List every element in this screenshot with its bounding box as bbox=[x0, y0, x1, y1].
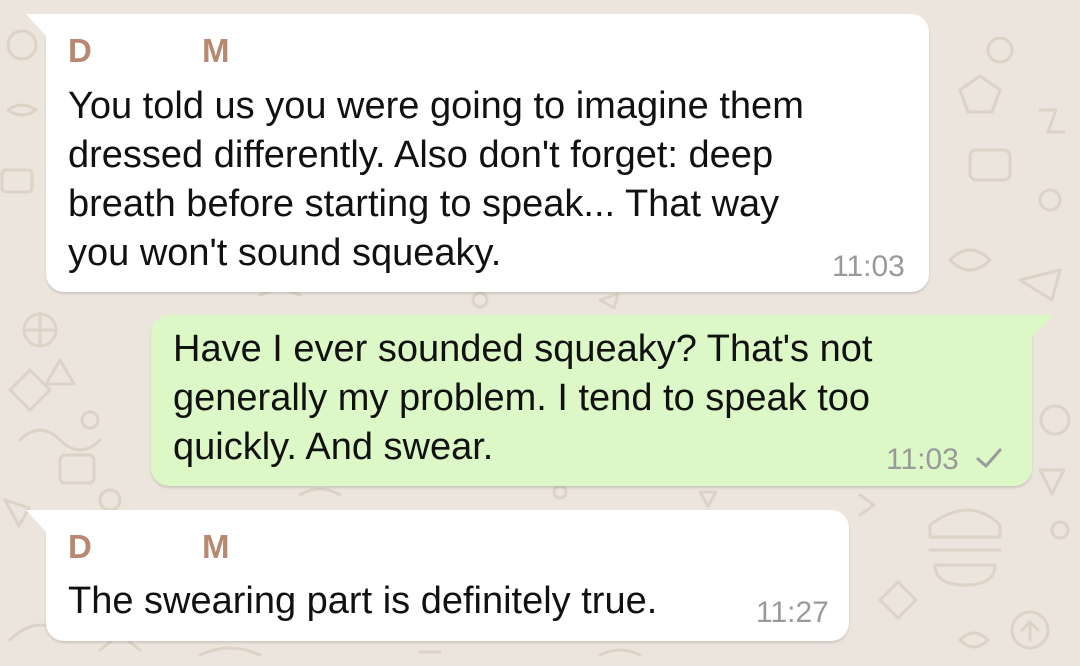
message-text: The swearing part is definitely true. bbox=[68, 577, 657, 626]
message-timestamp: 11:27 bbox=[756, 596, 829, 629]
single-check-icon bbox=[976, 448, 1002, 468]
message-line: The swearing part is definitely true. bbox=[68, 580, 658, 622]
message-bubble-incoming[interactable]: D M You told us you were going to imagin… bbox=[26, 14, 929, 292]
message-line: generally my problem. I tend to speak to… bbox=[173, 377, 871, 419]
message-line: breath before starting to speak... That … bbox=[68, 183, 780, 225]
chat-background: D M You told us you were going to imagin… bbox=[0, 0, 1080, 666]
sender-last-name: M bbox=[202, 528, 230, 565]
message-text: You told us you were going to imagine th… bbox=[68, 82, 804, 278]
message-bubble-outgoing[interactable]: Have I ever sounded squeaky? That's not … bbox=[151, 315, 1054, 486]
sender-first-name: D bbox=[68, 528, 92, 565]
message-line: quickly. And swear. bbox=[173, 426, 494, 468]
message-line: you won't sound squeaky. bbox=[68, 232, 502, 274]
bubble-tail bbox=[26, 510, 46, 532]
message-line: dressed differently. Also don't forget: … bbox=[68, 134, 774, 176]
sender-first-name: D bbox=[68, 32, 92, 69]
message-timestamp: 11:03 bbox=[886, 443, 959, 476]
sender-last-name: M bbox=[202, 32, 230, 69]
message-line: You told us you were going to imagine th… bbox=[68, 85, 804, 127]
bubble-tail bbox=[1032, 315, 1054, 337]
message-bubble-incoming[interactable]: D M The swearing part is definitely true… bbox=[26, 510, 849, 641]
message-text: Have I ever sounded squeaky? That's not … bbox=[173, 325, 872, 472]
bubble-tail bbox=[26, 14, 46, 36]
message-timestamp: 11:03 bbox=[832, 250, 905, 283]
message-line: Have I ever sounded squeaky? That's not bbox=[173, 328, 873, 370]
